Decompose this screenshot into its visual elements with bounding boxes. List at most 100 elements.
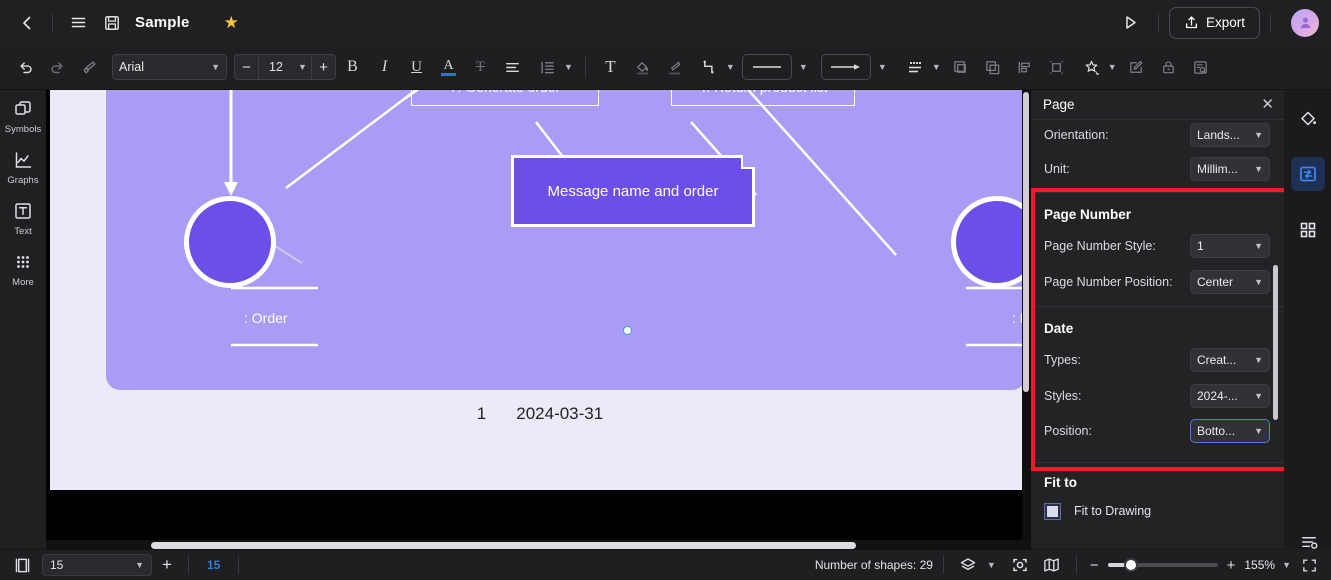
font-size-increase-button[interactable]: + (312, 55, 335, 79)
strikethrough-button[interactable]: T (465, 52, 496, 82)
line-spacing-control[interactable]: ▼ (532, 52, 573, 82)
font-color-button[interactable]: A (433, 52, 464, 82)
arrow-style-preview[interactable] (820, 54, 871, 80)
font-size-decrease-button[interactable]: − (235, 55, 258, 79)
connector-style-button[interactable] (694, 52, 725, 82)
message-box-return-product-list[interactable]: 4: Return product list (671, 90, 855, 106)
group-button[interactable] (945, 52, 976, 82)
present-button[interactable] (1114, 7, 1148, 39)
fill-color-button[interactable] (627, 52, 658, 82)
align-objects-button[interactable] (1009, 52, 1040, 82)
crop-icon (1049, 60, 1063, 74)
more-grid-icon (17, 256, 29, 268)
effects-control[interactable]: ▼ (1076, 52, 1117, 82)
footer-date[interactable]: 2024-03-31 (516, 404, 603, 424)
line-color-button[interactable] (659, 52, 690, 82)
edit-button[interactable] (1121, 52, 1152, 82)
bold-button[interactable]: B (337, 52, 368, 82)
star-icon[interactable]: ★ (224, 13, 239, 33)
line-dash-control[interactable]: ▼ (900, 52, 941, 82)
grid-apps-panel-button[interactable] (1284, 202, 1331, 258)
effects-button[interactable] (1076, 52, 1107, 82)
undo-button[interactable] (10, 52, 41, 82)
overview-map-icon (1044, 558, 1060, 572)
sidebar-item-text[interactable]: Text (0, 192, 46, 243)
page-panel-toggle-button[interactable] (8, 553, 36, 577)
close-icon[interactable]: ✕ (1261, 97, 1274, 112)
font-size-dropdown-icon[interactable]: ▼ (293, 55, 311, 79)
underline-button[interactable]: U (401, 52, 432, 82)
sidebar-item-more[interactable]: More (0, 243, 46, 294)
panel-header: Page ✕ (1031, 90, 1284, 120)
align-button[interactable] (497, 52, 528, 82)
insert-text-button[interactable]: T (595, 52, 626, 82)
selection-handle[interactable] (623, 326, 632, 335)
date-types-label: Types: (1044, 353, 1081, 367)
font-size-value[interactable]: 12 (259, 55, 293, 79)
note-message-name-and-order[interactable]: Message name and order (511, 155, 755, 227)
find-replace-button[interactable] (1185, 52, 1216, 82)
line-weight-control[interactable]: ▼ (741, 54, 814, 80)
lock-button[interactable] (1153, 52, 1184, 82)
layers-button[interactable] (954, 553, 982, 577)
font-family-select[interactable]: Arial ▼ (112, 54, 227, 80)
font-color-label: A (443, 57, 454, 73)
page-selector-value: 15 (50, 558, 64, 572)
message-box-generate-order[interactable]: 7: Generate order (411, 90, 599, 106)
fill-style-panel-button[interactable] (1284, 90, 1331, 146)
connector-control[interactable]: ▼ (694, 52, 735, 82)
redo-button[interactable] (42, 52, 73, 82)
avatar[interactable] (1291, 8, 1319, 37)
canvas-horizontal-scrollbar-thumb[interactable] (151, 542, 856, 549)
menu-button[interactable] (61, 7, 95, 39)
save-button[interactable] (95, 7, 129, 39)
current-page-tab[interactable]: 15 (195, 558, 232, 572)
share-export-icon (1185, 16, 1197, 29)
arrow-style-control[interactable]: ▼ (820, 54, 893, 80)
date-styles-select[interactable]: 2024-... ▼ (1190, 383, 1270, 408)
page-setup-panel-button[interactable] (1284, 146, 1331, 202)
export-button[interactable]: Export (1168, 6, 1260, 39)
panel-scrollbar-thumb[interactable] (1273, 265, 1278, 420)
page-number-position-select[interactable]: Center ▼ (1190, 270, 1270, 294)
date-types-select[interactable]: Creat... ▼ (1190, 348, 1270, 372)
zoom-level-value[interactable]: 155% (1244, 558, 1275, 572)
format-painter-button[interactable] (74, 52, 105, 82)
document-title[interactable]: Sample (135, 14, 190, 31)
italic-button[interactable]: I (369, 52, 400, 82)
zoom-slider-knob[interactable] (1123, 558, 1138, 572)
page-selector[interactable]: 15 ▼ (42, 554, 152, 576)
lifeline-circle-order[interactable] (184, 196, 276, 288)
focus-selection-button[interactable] (1006, 553, 1034, 577)
line-weight-dropdown[interactable]: ▼ (792, 62, 814, 72)
line-dash-button[interactable] (900, 52, 931, 82)
line-spacing-button[interactable] (532, 52, 563, 82)
canvas-area[interactable]: : Order : Product 7: Generate order 4: R… (46, 90, 1031, 548)
sidebar-item-graphs[interactable]: Graphs (0, 141, 46, 192)
page-number-style-select[interactable]: 1 ▼ (1190, 234, 1270, 258)
sequence-diagram-frame[interactable]: : Order : Product 7: Generate order 4: R… (106, 90, 1031, 390)
unit-select[interactable]: Millim... ▼ (1190, 157, 1270, 181)
zoom-out-button[interactable]: − (1087, 557, 1102, 574)
zoom-slider[interactable] (1107, 558, 1218, 572)
chevron-down-icon[interactable]: ▼ (1282, 560, 1291, 570)
fit-to-drawing-option[interactable]: Fit to Drawing (1031, 496, 1284, 526)
footer-page-number[interactable]: 1 (477, 404, 486, 424)
duplicate-button[interactable] (977, 52, 1008, 82)
orientation-select[interactable]: Lands... ▼ (1190, 123, 1270, 147)
arrow-style-dropdown[interactable]: ▼ (871, 62, 893, 72)
canvas-vertical-scrollbar-thumb[interactable] (1023, 92, 1029, 392)
line-weight-preview[interactable] (741, 54, 792, 80)
crop-button[interactable] (1041, 52, 1072, 82)
add-page-button[interactable]: + (152, 553, 182, 577)
undo-icon (20, 61, 32, 73)
chevron-down-icon[interactable]: ▼ (987, 560, 996, 570)
sidebar-item-symbols[interactable]: Symbols (0, 90, 46, 141)
date-position-select[interactable]: Botto... ▼ (1190, 418, 1270, 443)
back-button[interactable] (10, 7, 44, 39)
properties-panel-button[interactable] (1296, 531, 1322, 553)
lifeline-label-order[interactable]: : Order (244, 310, 288, 326)
fullscreen-button[interactable] (1295, 553, 1323, 577)
overview-map-button[interactable] (1038, 553, 1066, 577)
zoom-in-button[interactable]: + (1224, 557, 1239, 574)
